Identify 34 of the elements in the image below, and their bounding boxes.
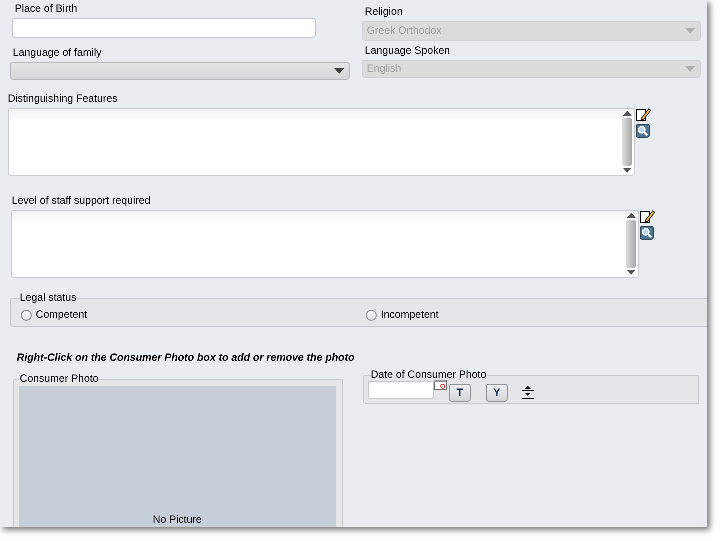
field-label: Level of staff support required [11, 195, 152, 209]
radio-label[interactable]: Competent [36, 309, 88, 321]
edit-icon[interactable] [636, 108, 651, 122]
date-shortcut-button[interactable]: T [449, 384, 471, 402]
scroll-up-icon[interactable] [626, 213, 636, 218]
radio-button[interactable] [366, 310, 377, 320]
calendar-icon[interactable] [434, 380, 447, 390]
field-label: Place of Birth [14, 3, 78, 17]
group-label: Consumer Photo [20, 373, 99, 385]
date-shortcut-button[interactable]: Y [486, 384, 508, 402]
scroll-down-icon[interactable] [622, 168, 632, 173]
dropdown-arrow-icon [685, 66, 696, 72]
zoom-icon[interactable] [640, 226, 654, 240]
group-label: Date of Consumer Photo [371, 369, 487, 381]
field-label: Distinguishing Features [8, 93, 119, 107]
radio-label[interactable]: Incompetent [381, 309, 439, 321]
radio-button[interactable] [21, 310, 32, 320]
dropdown-arrow-icon [685, 28, 696, 34]
field-label: Language of family [12, 47, 103, 61]
dropdown-arrow-icon [334, 68, 345, 74]
text-field[interactable] [12, 18, 316, 38]
hint-text: Right-Click on the Consumer Photo box to add or remove the photo [17, 352, 356, 364]
scroll-down-icon[interactable] [626, 270, 636, 275]
photo-placeholder[interactable]: No Picture [19, 386, 336, 527]
edit-icon[interactable] [640, 210, 655, 224]
scroll-up-icon[interactable] [622, 111, 632, 116]
date-field[interactable] [368, 381, 434, 399]
field-label: Language Spoken [364, 45, 452, 59]
scrollbar-thumb[interactable] [622, 118, 632, 166]
placeholder-text: No Picture [152, 514, 202, 526]
scrollbar-thumb[interactable] [626, 220, 636, 268]
group-label: Legal status [20, 292, 77, 304]
field-label: Religion [364, 6, 404, 20]
zoom-icon[interactable] [636, 124, 650, 138]
